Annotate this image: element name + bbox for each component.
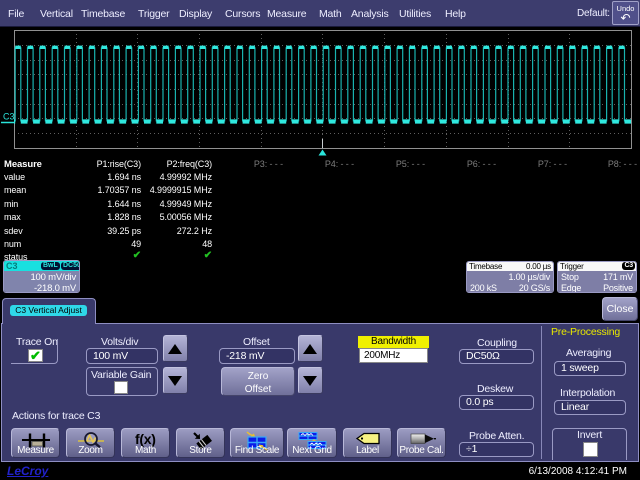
svg-text:C3: C3 [3, 112, 15, 122]
